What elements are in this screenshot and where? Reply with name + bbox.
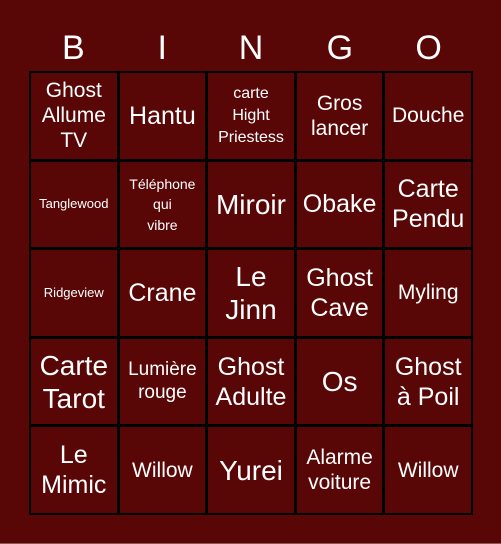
bingo-cell[interactable]: Téléphone qui vibre <box>119 161 206 248</box>
bingo-cell[interactable]: Myling <box>385 250 471 336</box>
bingo-cell[interactable]: Gros lancer <box>296 73 383 159</box>
header-letter-g: G <box>326 29 354 67</box>
bingo-header: B I N G O <box>29 28 473 68</box>
bingo-cell[interactable]: Ghost Adulte <box>208 338 294 425</box>
bingo-cell[interactable]: Willow <box>119 427 206 513</box>
bingo-cell[interactable]: Le Mimic <box>31 427 117 513</box>
bingo-cell[interactable]: Ghost à Poil <box>385 338 471 425</box>
bingo-cell[interactable]: Le Jinn <box>208 250 294 336</box>
bingo-cell[interactable]: Ghost Allume TV <box>31 73 117 159</box>
header-letter-i: I <box>157 29 167 67</box>
bingo-cell[interactable]: Crane <box>119 250 206 336</box>
bingo-cell[interactable]: Douche <box>385 73 471 159</box>
bingo-cell[interactable]: Ghost Cave <box>296 250 383 336</box>
bingo-cell[interactable]: Lumière rouge <box>119 338 206 425</box>
bingo-cell[interactable]: Willow <box>385 427 471 513</box>
header-letter-b: B <box>62 29 85 67</box>
bingo-cell[interactable]: Carte Pendu <box>385 161 471 248</box>
bingo-cell[interactable]: carte Hight Priestess <box>208 73 294 159</box>
header-letter-o: O <box>415 29 442 67</box>
bingo-cell[interactable]: Tanglewood <box>31 161 117 248</box>
bingo-cell[interactable]: Miroir <box>208 161 294 248</box>
header-letter-n: N <box>238 29 264 67</box>
bingo-cell[interactable]: Os <box>296 338 383 425</box>
bingo-board: Ghost Allume TV Hantu carte Hight Priest… <box>29 71 473 515</box>
bingo-cell[interactable]: Obake <box>296 161 383 248</box>
bingo-cell[interactable]: Carte Tarot <box>31 338 117 425</box>
bingo-cell[interactable]: Yurei <box>208 427 294 513</box>
bingo-cell[interactable]: Hantu <box>119 73 206 159</box>
bingo-cell[interactable]: Alarme voiture <box>296 427 383 513</box>
bingo-cell[interactable]: Ridgeview <box>31 250 117 336</box>
